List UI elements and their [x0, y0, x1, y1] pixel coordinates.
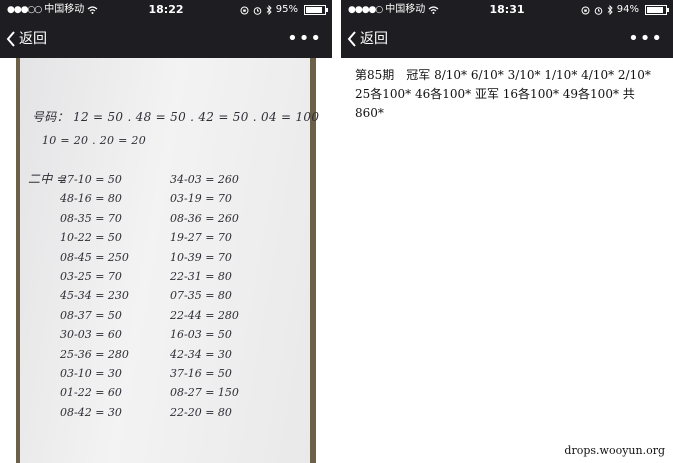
nav-bar: 返回 ••• [0, 20, 332, 58]
note-line: 10-39 = 70 [170, 250, 232, 264]
note-line: 07-35 = 80 [170, 289, 232, 303]
back-label: 返回 [19, 31, 47, 47]
chevron-left-icon [6, 31, 15, 47]
status-right: 95% [240, 0, 328, 20]
note-line: 22-20 = 80 [170, 405, 232, 419]
note-left-column: 27-10 = 50 48-16 = 80 08-35 = 70 10-22 = 50… [60, 170, 129, 422]
handwritten-note-photo[interactable]: 号码： 12 = 50 . 48 = 50 . 42 = 50 . 04 = 1… [16, 58, 319, 463]
note-line: 01-22 = 60 [60, 386, 122, 400]
note-line: 10-22 = 50 [60, 231, 122, 245]
note-line: 19-27 = 70 [170, 231, 232, 245]
message-text: 第85期 冠军 8/10* 6/10* 3/10* 1/10* 4/10* 2/… [355, 68, 651, 120]
bluetooth-icon [607, 5, 613, 15]
battery-percent: 95% [275, 4, 298, 15]
note-line: 45-34 = 230 [60, 289, 129, 303]
note-line: 03-25 = 70 [60, 269, 122, 283]
note-line: 16-03 = 50 [170, 328, 232, 342]
note-line: 03-19 = 70 [170, 192, 232, 206]
note-line: 27-10 = 50 [60, 173, 122, 186]
back-label: 返回 [360, 31, 388, 47]
battery-icon [645, 5, 669, 15]
note-header-line2: 10 = 20 . 20 = 20 [42, 134, 146, 147]
back-button[interactable]: 返回 [347, 20, 388, 58]
rotation-lock-icon [240, 6, 249, 14]
watermark: drops.wooyun.org [564, 444, 665, 457]
note-line: 48-16 = 80 [60, 192, 122, 206]
note-header-line1: 号码： 12 = 50 . 48 = 50 . 42 = 50 . 04 = 1… [32, 110, 320, 124]
battery-icon [304, 5, 328, 15]
alarm-icon [253, 6, 262, 15]
paper-sheet: 号码： 12 = 50 . 48 = 50 . 42 = 50 . 04 = 1… [20, 58, 319, 463]
note-line: 22-44 = 280 [170, 308, 239, 322]
nav-bar: 返回 ••• [341, 20, 673, 58]
note-line: 08-36 = 260 [170, 211, 239, 225]
more-menu-button[interactable]: ••• [628, 20, 663, 58]
status-bar: ●●●○○ 中国移动 18:22 95% [0, 0, 332, 20]
note-line: 42-34 = 30 [170, 347, 232, 361]
chevron-left-icon [347, 31, 356, 47]
note-line: 34-03 = 260 [170, 173, 239, 186]
bluetooth-icon [266, 5, 272, 15]
note-right-column: 34-03 = 260 03-19 = 70 08-36 = 260 19-27 = … [170, 170, 239, 422]
note-line: 08-42 = 30 [60, 405, 122, 419]
more-menu-button[interactable]: ••• [287, 20, 322, 58]
note-line: 08-35 = 70 [60, 211, 122, 225]
back-button[interactable]: 返回 [6, 20, 47, 58]
note-line: 30-03 = 60 [60, 328, 122, 342]
rotation-lock-icon [581, 6, 590, 14]
note-line: 25-36 = 280 [60, 347, 129, 361]
status-bar: ●●●●○ 中国移动 18:31 94% [341, 0, 673, 20]
note-line: 08-27 = 150 [170, 386, 239, 400]
status-right: 94% [581, 0, 669, 20]
battery-percent: 94% [616, 4, 639, 15]
note-line: 08-37 = 50 [60, 308, 122, 322]
note-line: 08-45 = 250 [60, 250, 129, 264]
left-phone-screenshot: ●●●○○ 中国移动 18:22 95% 返回 ••• 号码： 12 = 50 … [0, 0, 332, 463]
note-line: 03-10 = 30 [60, 366, 122, 380]
note-line: 37-16 = 50 [170, 366, 232, 380]
alarm-icon [594, 6, 603, 15]
right-phone-screenshot: ●●●●○ 中国移动 18:31 94% 返回 ••• 第85期 冠军 8/10… [341, 0, 673, 463]
note-line: 22-31 = 80 [170, 269, 232, 283]
